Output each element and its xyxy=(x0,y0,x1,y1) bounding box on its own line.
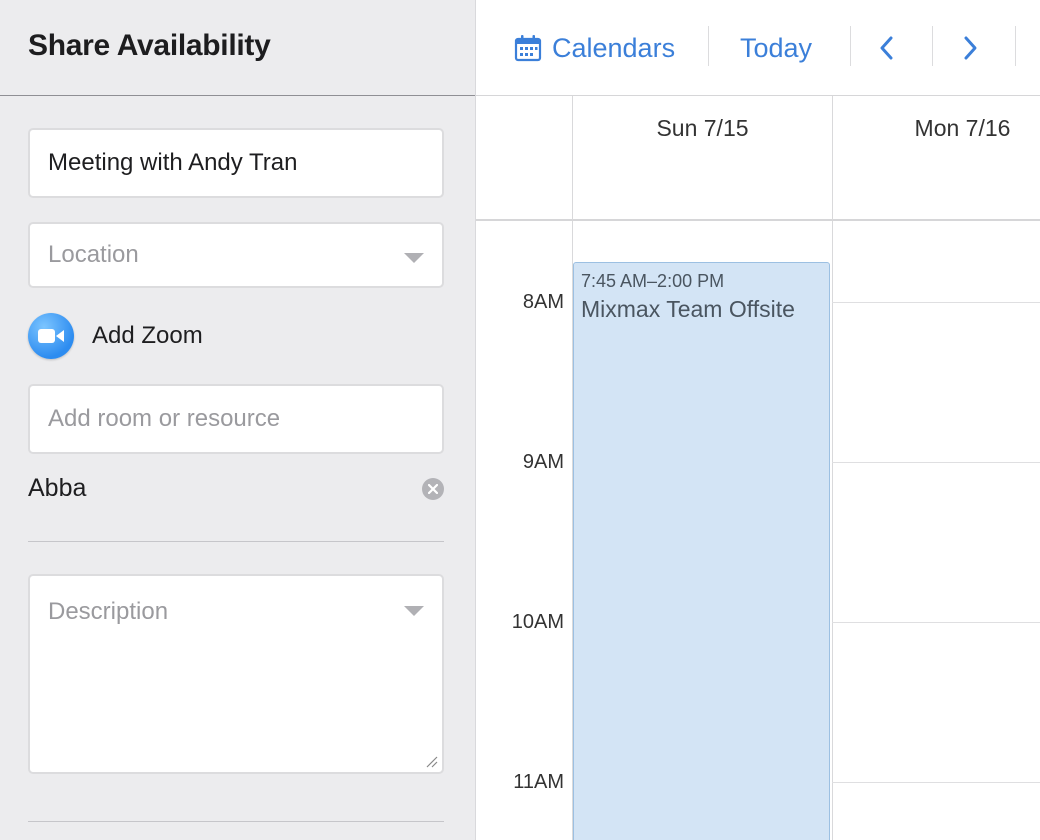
divider xyxy=(28,541,444,542)
chevron-right-icon xyxy=(964,36,977,60)
panel-title: Share Availability xyxy=(28,29,271,62)
selected-resource: Abba xyxy=(28,474,87,502)
day-header-sun[interactable]: Sun 7/15 xyxy=(573,115,832,142)
hour-label-9am: 9AM xyxy=(522,451,564,473)
hour-label-8am: 8AM xyxy=(522,291,564,313)
hour-label-10am: 10AM xyxy=(511,611,564,633)
event-time: 7:45 AM–2:00 PM xyxy=(581,271,725,291)
add-zoom-label: Add Zoom xyxy=(92,322,203,349)
hour-line xyxy=(832,622,1040,623)
toolbar-separator xyxy=(932,26,933,66)
calendars-label: Calendars xyxy=(552,32,676,63)
location-placeholder: Location xyxy=(48,241,139,268)
hour-line xyxy=(832,302,1040,303)
divider xyxy=(28,821,444,822)
location-select[interactable]: Location xyxy=(28,222,444,288)
chevron-down-icon xyxy=(404,606,424,616)
panel-header: Share Availability xyxy=(0,0,475,96)
toolbar-separator xyxy=(850,26,851,66)
hour-line xyxy=(832,462,1040,463)
add-zoom-button[interactable]: Add Zoom xyxy=(28,313,203,359)
calendar-event[interactable]: 7:45 AM–2:00 PM Mixmax Team Offsite xyxy=(573,262,830,840)
remove-resource-icon[interactable] xyxy=(422,478,444,500)
today-button[interactable]: Today xyxy=(740,0,812,96)
toolbar-separator xyxy=(708,26,709,66)
toolbar-separator xyxy=(1015,26,1016,66)
day-header-mon[interactable]: Mon 7/16 xyxy=(833,115,1040,142)
resize-handle-icon[interactable] xyxy=(424,754,438,768)
video-camera-icon xyxy=(28,313,74,359)
room-resource-input[interactable]: Add room or resource xyxy=(28,384,444,454)
event-title: Mixmax Team Offsite xyxy=(581,296,795,322)
hour-label-11am: 11AM xyxy=(513,771,564,793)
previous-week-button[interactable] xyxy=(878,0,894,96)
next-week-button[interactable] xyxy=(963,0,979,96)
calendar-toolbar: Calendars Today xyxy=(476,0,1040,96)
description-placeholder: Description xyxy=(48,598,169,625)
chevron-left-icon xyxy=(880,36,893,60)
today-label: Today xyxy=(740,32,813,63)
column-divider xyxy=(832,221,833,840)
calendar-view: Calendars Today Sun 7/15 Mon 7/16 8AM 9A… xyxy=(476,0,1040,840)
calendar-icon xyxy=(514,35,542,62)
description-textarea[interactable]: Description xyxy=(28,574,444,774)
meeting-title-value: Meeting with Andy Tran xyxy=(48,149,298,176)
meeting-title-input[interactable]: Meeting with Andy Tran xyxy=(28,128,444,198)
share-availability-panel: Share Availability Meeting with Andy Tra… xyxy=(0,0,476,840)
room-placeholder: Add room or resource xyxy=(48,405,281,432)
calendars-button[interactable]: Calendars xyxy=(514,0,675,96)
chevron-down-icon xyxy=(404,253,424,263)
hour-line xyxy=(832,782,1040,783)
